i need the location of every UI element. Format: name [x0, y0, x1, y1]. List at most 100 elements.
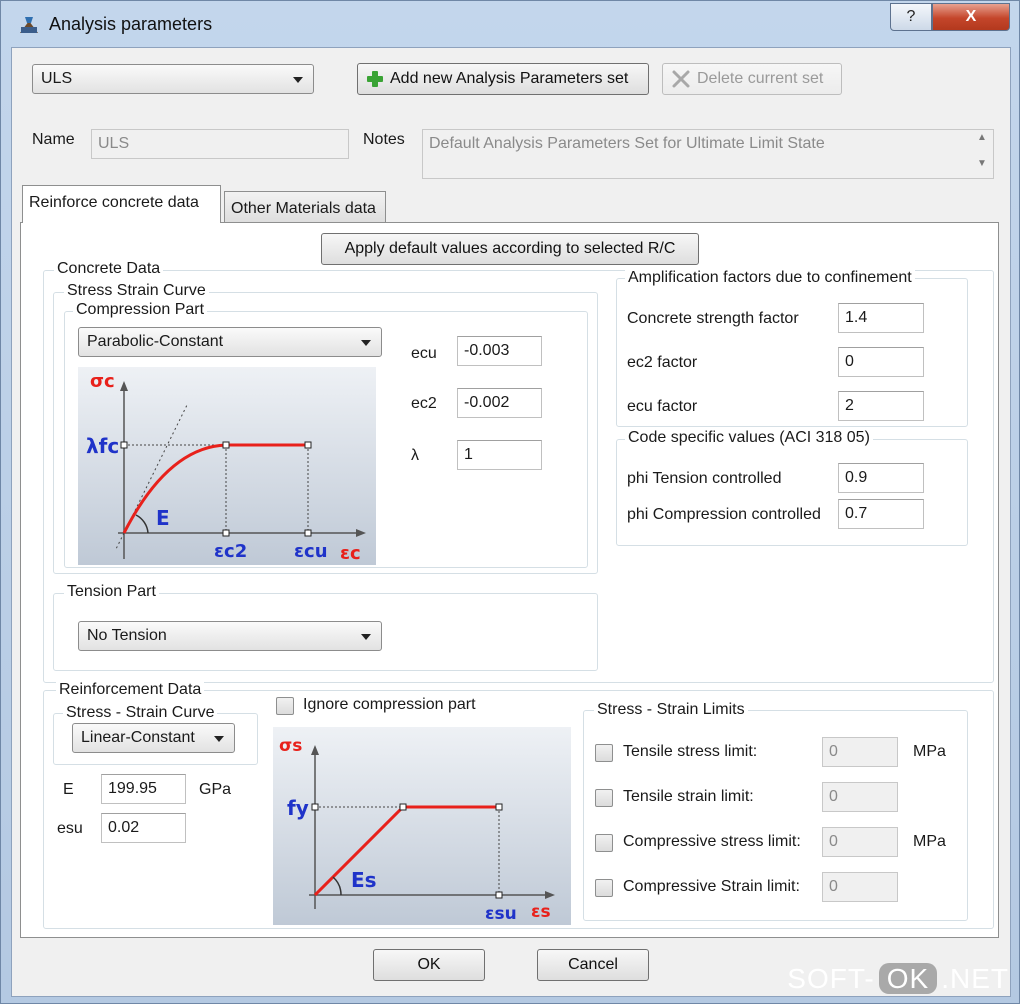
stress-strain-curve-legend: Stress Strain Curve: [64, 282, 209, 300]
eps-c2-label: εc2: [214, 541, 247, 562]
tab-label: Other Materials data: [231, 200, 376, 217]
ec2-label: ec2: [411, 395, 437, 412]
sigma-s-label: σs: [279, 736, 302, 756]
reinforcement-curve-select[interactable]: Linear-Constant: [72, 723, 235, 753]
tension-type-value: No Tension: [87, 627, 167, 644]
eps-cu-label: εcu: [294, 541, 328, 562]
ec2-factor-field[interactable]: 0: [838, 347, 924, 377]
phi-tension-label: phi Tension controlled: [627, 470, 782, 487]
lambda-label: λ: [411, 447, 419, 464]
add-parameters-set-label: Add new Analysis Parameters set: [390, 70, 629, 87]
compressive-stress-unit: MPa: [913, 833, 946, 850]
ecu-factor-label: ecu factor: [627, 398, 698, 415]
name-field[interactable]: ULS: [91, 129, 349, 159]
chevron-down-icon: [361, 340, 371, 346]
modulus-e-label: E: [156, 506, 170, 530]
watermark-left: SOFT-: [787, 963, 875, 994]
eps-c-label: εc: [340, 543, 361, 564]
watermark-mid: OK: [878, 963, 938, 994]
lambda-fc-label: λfc: [86, 434, 119, 458]
delete-current-set-label: Delete current set: [697, 70, 824, 87]
ecu-label: ecu: [411, 345, 437, 362]
scroll-down-icon[interactable]: ▼: [975, 158, 989, 169]
cancel-button[interactable]: Cancel: [537, 949, 649, 981]
ecu-factor-field[interactable]: 2: [838, 391, 924, 421]
reinforcement-curve-legend: Stress - Strain Curve: [63, 704, 218, 722]
tab-other-materials-data[interactable]: Other Materials data: [224, 191, 386, 225]
tensile-stress-limit-label: Tensile stress limit:: [623, 743, 758, 760]
name-label: Name: [32, 131, 75, 148]
ignore-compression-checkbox[interactable]: [276, 697, 294, 715]
compressive-strain-limit-field[interactable]: 0: [822, 872, 898, 902]
lambda-field[interactable]: 1: [457, 440, 542, 470]
es-label: Es: [351, 868, 377, 892]
compressive-stress-limit-checkbox[interactable]: [595, 834, 613, 852]
tensile-stress-limit-checkbox[interactable]: [595, 744, 613, 762]
compressive-strain-limit-checkbox[interactable]: [595, 879, 613, 897]
concrete-data-legend: Concrete Data: [54, 260, 164, 278]
notes-value: Default Analysis Parameters Set for Ulti…: [429, 135, 825, 152]
compression-type-select[interactable]: Parabolic-Constant: [78, 327, 382, 357]
phi-compression-field[interactable]: 0.7: [838, 499, 924, 529]
watermark: SOFT- OK .NET: [787, 963, 1009, 995]
tab-reinforce-concrete-data[interactable]: Reinforce concrete data: [22, 185, 221, 223]
close-button[interactable]: X: [932, 3, 1010, 31]
watermark-right: .NET: [941, 963, 1009, 994]
concrete-stress-strain-diagram: σc λfc E εc2 εcu εc: [78, 367, 376, 565]
plus-icon: [367, 71, 383, 87]
fy-label: fy: [287, 796, 309, 820]
window-title: Analysis parameters: [49, 14, 213, 34]
analysis-parameters-window: Analysis parameters ? X ULS Add new Anal…: [0, 0, 1020, 1004]
steel-stress-strain-diagram: σs fy Es εsu εs: [273, 727, 571, 925]
title-bar[interactable]: Analysis parameters ? X: [1, 1, 1019, 47]
chevron-down-icon: [293, 77, 303, 83]
reinforcement-data-legend: Reinforcement Data: [56, 681, 205, 699]
steel-e-unit: GPa: [199, 781, 232, 798]
compressive-stress-limit-field[interactable]: 0: [822, 827, 898, 857]
chevron-down-icon: [214, 736, 224, 742]
tensile-strain-limit-checkbox[interactable]: [595, 789, 613, 807]
tab-label: Reinforce concrete data: [29, 194, 199, 211]
phi-tension-field[interactable]: 0.9: [838, 463, 924, 493]
code-specific-values-legend: Code specific values (ACI 318 05): [625, 429, 873, 447]
stress-strain-limits-legend: Stress - Strain Limits: [594, 701, 748, 719]
ec2-field[interactable]: -0.002: [457, 388, 542, 418]
tab-panel-reinforce-concrete: Apply default values according to select…: [20, 222, 999, 938]
add-parameters-set-button[interactable]: Add new Analysis Parameters set: [357, 63, 649, 95]
parameter-set-select[interactable]: ULS: [32, 64, 314, 94]
notes-field[interactable]: Default Analysis Parameters Set for Ulti…: [422, 129, 994, 179]
app-icon: [20, 17, 38, 33]
parameter-set-value: ULS: [41, 70, 73, 87]
tensile-strain-limit-field[interactable]: 0: [822, 782, 898, 812]
apply-default-values-button[interactable]: Apply default values according to select…: [321, 233, 699, 265]
steel-e-field[interactable]: 199.95: [101, 774, 186, 804]
delete-x-icon: [672, 70, 690, 88]
notes-label: Notes: [363, 131, 405, 148]
compression-type-value: Parabolic-Constant: [87, 333, 224, 350]
esu-field[interactable]: 0.02: [101, 813, 186, 843]
tensile-stress-unit: MPa: [913, 743, 946, 760]
ok-button[interactable]: OK: [373, 949, 485, 981]
tension-part-legend: Tension Part: [64, 583, 159, 601]
eps-s-label: εs: [531, 902, 551, 922]
amplification-factors-legend: Amplification factors due to confinement: [625, 269, 915, 287]
chevron-down-icon: [361, 634, 371, 640]
concrete-strength-factor-field[interactable]: 1.4: [838, 303, 924, 333]
tensile-stress-limit-field[interactable]: 0: [822, 737, 898, 767]
reinforcement-curve-value: Linear-Constant: [81, 729, 195, 746]
scroll-up-icon[interactable]: ▲: [975, 132, 989, 143]
compressive-strain-limit-label: Compressive Strain limit:: [623, 878, 800, 895]
tension-type-select[interactable]: No Tension: [78, 621, 382, 651]
dialog-client: ULS Add new Analysis Parameters set Dele…: [11, 47, 1011, 997]
steel-e-label: E: [63, 781, 74, 798]
ignore-compression-label: Ignore compression part: [303, 696, 476, 713]
compression-part-legend: Compression Part: [73, 301, 208, 319]
eps-su-label: εsu: [485, 904, 517, 924]
ecu-field[interactable]: -0.003: [457, 336, 542, 366]
tensile-strain-limit-label: Tensile strain limit:: [623, 788, 754, 805]
ec2-factor-label: ec2 factor: [627, 354, 698, 371]
delete-current-set-button[interactable]: Delete current set: [662, 63, 842, 95]
compressive-stress-limit-label: Compressive stress limit:: [623, 833, 801, 850]
esu-label: esu: [57, 820, 83, 837]
help-button[interactable]: ?: [890, 3, 932, 31]
